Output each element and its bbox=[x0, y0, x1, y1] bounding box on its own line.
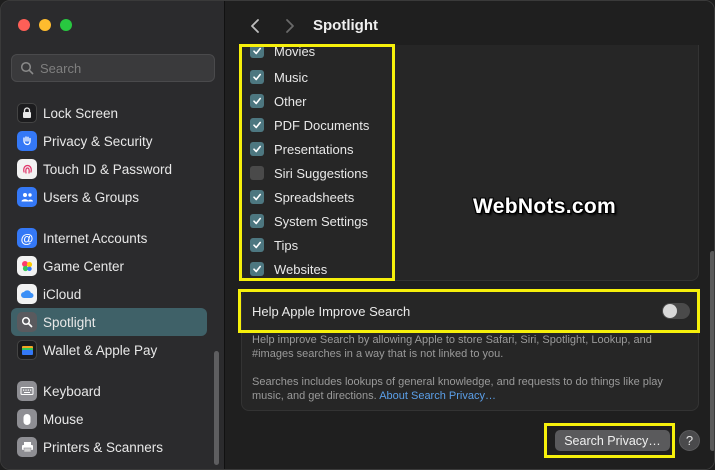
category-label: Music bbox=[274, 69, 308, 85]
checkbox-checked[interactable] bbox=[250, 45, 264, 58]
checkbox-checked[interactable] bbox=[250, 94, 264, 108]
sidebar-item-wallet[interactable]: Wallet & Apple Pay bbox=[11, 336, 207, 364]
main-pane: Spotlight Movies Music Other PDF Documen… bbox=[225, 1, 714, 469]
sidebar-item-users-groups[interactable]: Users & Groups bbox=[11, 183, 207, 211]
search-input[interactable] bbox=[40, 60, 210, 76]
category-label: PDF Documents bbox=[274, 117, 370, 133]
about-search-privacy-link[interactable]: About Search Privacy… bbox=[379, 390, 496, 402]
sidebar-search[interactable] bbox=[11, 54, 215, 82]
sidebar-item-internet-accounts[interactable]: @ Internet Accounts bbox=[11, 224, 207, 252]
category-music[interactable]: Music bbox=[250, 65, 308, 89]
sidebar-item-label: Mouse bbox=[43, 411, 84, 427]
sidebar: Lock Screen Privacy & Security Touch ID … bbox=[1, 1, 225, 469]
category-label: System Settings bbox=[274, 213, 368, 229]
sidebar-item-icloud[interactable]: iCloud bbox=[11, 280, 207, 308]
sidebar-item-label: Printers & Scanners bbox=[43, 439, 164, 455]
chevron-right-icon bbox=[286, 19, 294, 33]
sidebar-item-game-center[interactable]: Game Center bbox=[11, 252, 207, 280]
category-system-settings[interactable]: System Settings bbox=[250, 209, 368, 233]
zoom-button[interactable] bbox=[60, 19, 72, 31]
keyboard-icon bbox=[17, 381, 37, 401]
back-button[interactable] bbox=[245, 15, 265, 37]
checkbox-checked[interactable] bbox=[250, 262, 264, 276]
improve-search-panel: Help Apple Improve Search Help improve S… bbox=[241, 289, 699, 411]
checkbox-checked[interactable] bbox=[250, 142, 264, 156]
watermark: WebNots.com bbox=[473, 195, 616, 218]
category-label: Other bbox=[274, 93, 307, 109]
checkbox-checked[interactable] bbox=[250, 190, 264, 204]
category-spreadsheets[interactable]: Spreadsheets bbox=[250, 185, 354, 209]
improve-search-row: Help Apple Improve Search bbox=[242, 290, 700, 332]
improve-search-label: Help Apple Improve Search bbox=[252, 303, 411, 319]
search-scope-description: Searches includes lookups of general kno… bbox=[252, 375, 692, 403]
chevron-left-icon bbox=[251, 19, 259, 33]
sidebar-item-label: Game Center bbox=[43, 258, 125, 274]
sidebar-item-label: Internet Accounts bbox=[43, 230, 148, 246]
game-center-icon bbox=[17, 256, 37, 276]
forward-button[interactable] bbox=[280, 15, 300, 37]
at-icon: @ bbox=[17, 228, 37, 248]
toggle-knob bbox=[663, 304, 677, 318]
sidebar-item-label: Keyboard bbox=[43, 383, 101, 399]
category-other[interactable]: Other bbox=[250, 89, 307, 113]
category-presentations[interactable]: Presentations bbox=[250, 137, 354, 161]
category-label: Tips bbox=[274, 237, 299, 253]
sidebar-item-privacy-security[interactable]: Privacy & Security bbox=[11, 127, 207, 155]
sidebar-item-label: iCloud bbox=[43, 286, 82, 302]
checkbox-checked[interactable] bbox=[250, 70, 264, 84]
fingerprint-icon bbox=[17, 159, 37, 179]
users-icon bbox=[17, 187, 37, 207]
cloud-icon bbox=[17, 284, 37, 304]
sidebar-item-label: Users & Groups bbox=[43, 189, 140, 205]
sidebar-item-lock-screen[interactable]: Lock Screen bbox=[11, 99, 207, 127]
category-websites[interactable]: Websites bbox=[250, 257, 328, 280]
sidebar-nav: Lock Screen Privacy & Security Touch ID … bbox=[11, 99, 207, 461]
minimize-button[interactable] bbox=[39, 19, 51, 31]
printer-icon bbox=[17, 437, 37, 457]
search-icon bbox=[20, 61, 34, 75]
category-label: Presentations bbox=[274, 141, 354, 157]
sidebar-item-label: Lock Screen bbox=[43, 105, 119, 121]
category-pdf-documents[interactable]: PDF Documents bbox=[250, 113, 369, 137]
sidebar-item-keyboard[interactable]: Keyboard bbox=[11, 377, 207, 405]
sidebar-item-label: Privacy & Security bbox=[43, 133, 153, 149]
sidebar-scrollbar[interactable] bbox=[214, 351, 219, 465]
checkbox-checked[interactable] bbox=[250, 118, 264, 132]
sidebar-item-spotlight[interactable]: Spotlight bbox=[11, 308, 207, 336]
sidebar-item-printers[interactable]: Printers & Scanners bbox=[11, 433, 207, 461]
window-controls bbox=[18, 19, 72, 31]
sidebar-item-label: Wallet & Apple Pay bbox=[43, 342, 158, 358]
page-title: Spotlight bbox=[313, 17, 378, 34]
category-label: Siri Suggestions bbox=[274, 165, 368, 181]
improve-search-description: Help improve Search by allowing Apple to… bbox=[252, 334, 652, 360]
main-scrollbar[interactable] bbox=[710, 251, 714, 451]
category-tips[interactable]: Tips bbox=[250, 233, 298, 257]
lock-icon bbox=[17, 103, 37, 123]
help-button[interactable]: ? bbox=[679, 430, 700, 451]
sidebar-item-mouse[interactable]: Mouse bbox=[11, 405, 207, 433]
improve-search-toggle[interactable] bbox=[662, 303, 690, 319]
category-label: Spreadsheets bbox=[274, 189, 355, 205]
settings-window: Lock Screen Privacy & Security Touch ID … bbox=[0, 0, 715, 470]
category-label: Websites bbox=[274, 261, 328, 277]
search-privacy-button[interactable]: Search Privacy… bbox=[555, 430, 670, 451]
search-results-list: Movies Music Other PDF Documents Present… bbox=[241, 45, 699, 281]
checkbox-checked[interactable] bbox=[250, 238, 264, 252]
close-button[interactable] bbox=[18, 19, 30, 31]
sidebar-item-label: Spotlight bbox=[43, 314, 96, 330]
category-siri-suggestions[interactable]: Siri Suggestions bbox=[250, 161, 368, 185]
sidebar-item-touch-id[interactable]: Touch ID & Password bbox=[11, 155, 207, 183]
sidebar-item-label: Touch ID & Password bbox=[43, 161, 173, 177]
checkbox-unchecked[interactable] bbox=[250, 166, 264, 180]
hand-icon bbox=[17, 131, 37, 151]
mouse-icon bbox=[17, 409, 37, 429]
category-movies[interactable]: Movies bbox=[250, 45, 315, 63]
magnifier-icon bbox=[17, 312, 37, 332]
checkbox-checked[interactable] bbox=[250, 214, 264, 228]
category-label: Movies bbox=[274, 45, 316, 59]
wallet-icon bbox=[17, 340, 37, 360]
